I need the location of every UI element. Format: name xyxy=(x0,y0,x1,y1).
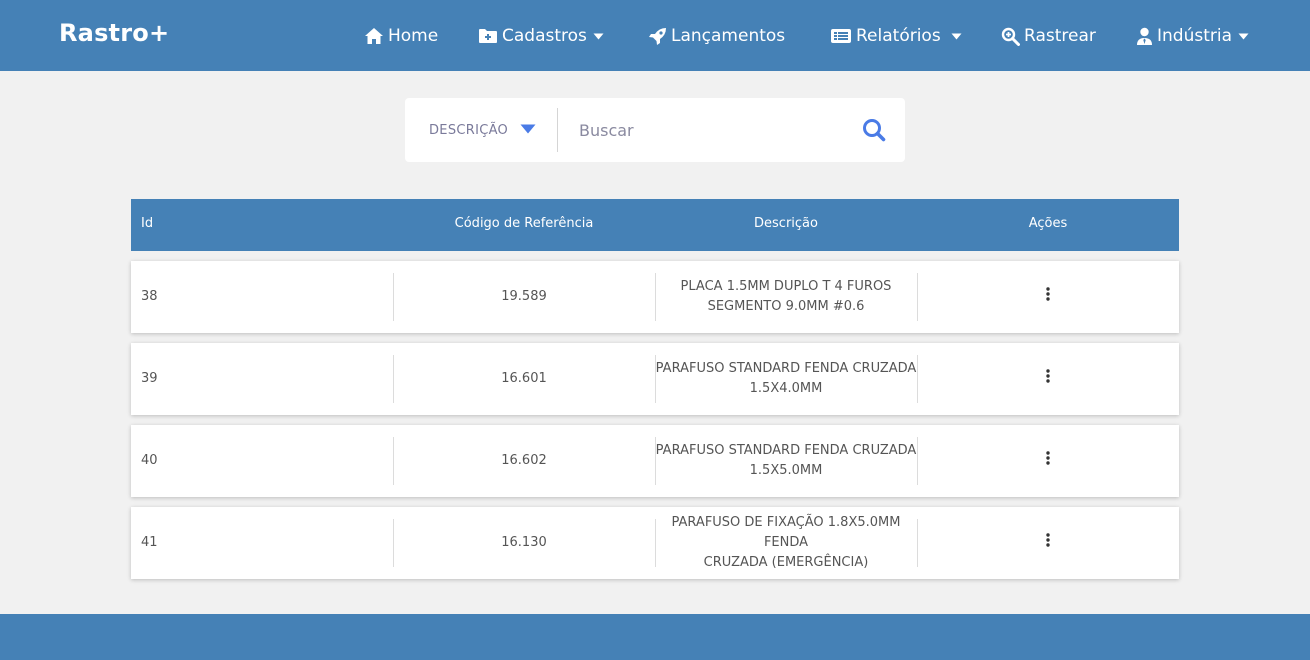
table-row[interactable]: 41 16.130 PARAFUSO DE FIXAÇÃO 1.8X5.0MM … xyxy=(131,507,1179,579)
more-vertical-icon[interactable] xyxy=(1045,368,1051,390)
header-acoes: Ações xyxy=(1028,216,1068,231)
cell-codigo-referencia: 16.602 xyxy=(501,453,547,468)
more-vertical-icon[interactable] xyxy=(1045,286,1051,308)
rocket-icon xyxy=(648,27,667,46)
descricao-line-2: 1.5X5.0MM xyxy=(749,463,823,478)
folder-plus-icon xyxy=(478,28,498,44)
cell-codigo-referencia: 16.601 xyxy=(501,371,547,386)
cell-codigo-referencia: 19.589 xyxy=(501,289,547,304)
cell-descricao: PARAFUSO STANDARD FENDA CRUZADA 1.5X5.0M… xyxy=(655,425,917,497)
header-descricao[interactable]: Descrição xyxy=(655,216,917,231)
cell-descricao: PLACA 1.5MM DUPLO T 4 FUROS SEGMENTO 9.0… xyxy=(655,261,917,333)
search-icon xyxy=(861,119,887,147)
search-zoom-icon xyxy=(1001,27,1020,46)
descricao-line-2: SEGMENTO 9.0MM #0.6 xyxy=(707,299,865,314)
cell-acoes xyxy=(917,425,1179,497)
nav-industria[interactable]: Indústria xyxy=(1136,22,1249,50)
descricao-line-1: PARAFUSO STANDARD FENDA CRUZADA xyxy=(655,443,917,458)
cell-id: 41 xyxy=(141,535,158,550)
nav-relatorios-label: Relatórios xyxy=(856,26,941,46)
cell-id: 38 xyxy=(141,289,158,304)
list-icon xyxy=(830,28,852,44)
top-navbar: Rastro+ Home Cadastros Lançamentos Relat… xyxy=(0,0,1310,71)
home-icon xyxy=(364,27,384,45)
nav-cadastros[interactable]: Cadastros xyxy=(478,22,604,50)
search-box: DESCRIÇÃO xyxy=(405,98,905,162)
cell-codigo-referencia: 16.130 xyxy=(501,535,547,550)
brand-logo[interactable]: Rastro+ xyxy=(59,19,169,47)
search-divider xyxy=(557,108,558,152)
nav-relatorios[interactable]: Relatórios xyxy=(830,22,962,50)
descricao-line-2: CRUZADA (EMERGÊNCIA) xyxy=(703,555,869,570)
nav-cadastros-label: Cadastros xyxy=(502,26,587,46)
descricao-line-2: 1.5X4.0MM xyxy=(749,381,823,396)
more-vertical-icon[interactable] xyxy=(1045,532,1051,554)
search-input[interactable] xyxy=(573,114,855,146)
nav-lancamentos-label: Lançamentos xyxy=(671,26,786,46)
cell-descricao: PARAFUSO STANDARD FENDA CRUZADA 1.5X4.0M… xyxy=(655,343,917,415)
cell-acoes xyxy=(917,343,1179,415)
nav-industria-label: Indústria xyxy=(1157,26,1233,46)
header-codigo-referencia[interactable]: Código de Referência xyxy=(393,216,655,231)
header-id[interactable]: Id xyxy=(141,216,153,231)
caret-down-icon xyxy=(520,123,536,138)
search-filter-label: DESCRIÇÃO xyxy=(429,122,509,138)
chevron-down-icon xyxy=(593,33,604,40)
descricao-line-1: PARAFUSO DE FIXAÇÃO 1.8X5.0MM FENDA xyxy=(671,515,901,550)
table-header: Id Código de Referência Descrição Ações xyxy=(131,199,1179,251)
nav-rastrear[interactable]: Rastrear xyxy=(1001,22,1096,50)
cell-id: 40 xyxy=(141,453,158,468)
more-vertical-icon[interactable] xyxy=(1045,450,1051,472)
cell-acoes xyxy=(917,261,1179,333)
search-filter-select[interactable]: DESCRIÇÃO xyxy=(429,120,536,140)
nav-lancamentos[interactable]: Lançamentos xyxy=(648,22,785,50)
search-button[interactable] xyxy=(861,117,887,143)
descricao-line-1: PLACA 1.5MM DUPLO T 4 FUROS xyxy=(680,279,892,294)
cell-acoes xyxy=(917,507,1179,579)
nav-rastrear-label: Rastrear xyxy=(1024,26,1096,46)
user-tie-icon xyxy=(1136,27,1153,46)
nav-home-label: Home xyxy=(388,26,439,46)
cell-id: 39 xyxy=(141,371,158,386)
table-row[interactable]: 39 16.601 PARAFUSO STANDARD FENDA CRUZAD… xyxy=(131,343,1179,415)
cell-descricao: PARAFUSO DE FIXAÇÃO 1.8X5.0MM FENDA CRUZ… xyxy=(655,507,917,579)
footer-bar xyxy=(0,614,1310,660)
table-row[interactable]: 38 19.589 PLACA 1.5MM DUPLO T 4 FUROS SE… xyxy=(131,261,1179,333)
chevron-down-icon xyxy=(1238,33,1249,40)
chevron-down-icon xyxy=(951,33,962,40)
nav-home[interactable]: Home xyxy=(364,22,438,50)
descricao-line-1: PARAFUSO STANDARD FENDA CRUZADA xyxy=(655,361,917,376)
table-row[interactable]: 40 16.602 PARAFUSO STANDARD FENDA CRUZAD… xyxy=(131,425,1179,497)
